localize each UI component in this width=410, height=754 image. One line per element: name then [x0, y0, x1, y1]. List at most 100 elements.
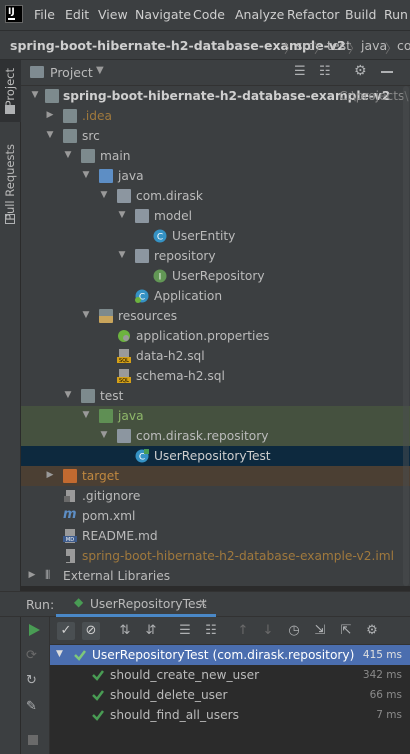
breadcrumb-separator: 〉: [314, 41, 327, 56]
run-panel-header: Run: ◆ UserRepositoryTest ×: [0, 591, 410, 617]
menu-code[interactable]: Code: [193, 7, 225, 22]
collapse-all-icon[interactable]: ☷: [319, 64, 331, 79]
menu-refactor[interactable]: Refactor: [287, 7, 339, 22]
test-result-time: 415 ms: [362, 649, 402, 661]
tree-node-label: .idea: [82, 109, 112, 123]
show-ignored-icon[interactable]: ⊘: [82, 622, 100, 640]
menu-view[interactable]: View: [98, 7, 128, 22]
test-results-tree: ▼ UserRepositoryTest (com.dirask.reposit…: [50, 645, 410, 754]
stop-icon[interactable]: [28, 735, 38, 745]
rerun-icon[interactable]: [27, 623, 41, 637]
tree-node-model[interactable]: ▼ model: [21, 206, 410, 226]
expand-all-icon[interactable]: ☰: [294, 64, 306, 79]
tree-node-com-dirask[interactable]: ▼ com.dirask: [21, 186, 410, 206]
wrench-icon[interactable]: ✎: [26, 699, 37, 714]
collapse-arrow-icon[interactable]: ▼: [117, 210, 127, 220]
tree-node-readme[interactable]: MD README.md: [21, 526, 410, 546]
tree-node-idea[interactable]: ▶ .idea: [21, 106, 410, 126]
test-result-row[interactable]: should_delete_user 66 ms: [50, 685, 410, 705]
show-passed-icon[interactable]: ✓: [57, 622, 75, 640]
tree-node-project-root[interactable]: ▼ spring-boot-hibernate-h2-database-exam…: [21, 86, 410, 106]
gear-icon[interactable]: ⚙: [363, 622, 381, 640]
hide-panel-icon[interactable]: [381, 71, 393, 73]
collapse-all-icon[interactable]: ☷: [202, 622, 220, 640]
svg-text:MD: MD: [66, 537, 74, 543]
expand-arrow-icon[interactable]: ▼: [63, 150, 73, 160]
tree-node-repository[interactable]: ▼ repository: [21, 246, 410, 266]
sort-by-duration-icon[interactable]: ⇵: [142, 622, 160, 640]
previous-failed-icon[interactable]: ↑: [234, 622, 252, 640]
breadcrumb-separator: 〉: [348, 41, 361, 56]
tree-node-label: application.properties: [136, 329, 270, 343]
expand-arrow-icon[interactable]: ▼: [81, 410, 91, 420]
collapse-arrow-icon[interactable]: ▶: [27, 570, 37, 580]
expand-arrow-icon[interactable]: ▼: [99, 190, 109, 200]
expand-arrow-icon[interactable]: ▼: [45, 130, 55, 140]
breadcrumb-package[interactable]: co: [397, 38, 410, 53]
gear-icon[interactable]: ⚙: [354, 63, 367, 79]
menu-run[interactable]: Run: [384, 7, 408, 22]
pull-request-icon: [5, 214, 15, 224]
test-result-row[interactable]: should_find_all_users 7 ms: [50, 705, 410, 725]
tree-node-target[interactable]: ▶ target: [21, 466, 410, 486]
next-failed-icon[interactable]: ↓: [259, 622, 277, 640]
menu-navigate[interactable]: Navigate: [135, 7, 191, 22]
sort-alphabetically-icon[interactable]: ⇅: [116, 622, 134, 640]
menu-build[interactable]: Build: [345, 7, 376, 22]
tree-node-pom-xml[interactable]: m pom.xml: [21, 506, 410, 526]
run-tab[interactable]: ◆ UserRepositoryTest ×: [56, 592, 216, 617]
run-tab-label: UserRepositoryTest: [90, 597, 207, 611]
tree-node-gitignore[interactable]: .gitignore: [21, 486, 410, 506]
tree-node-label: README.md: [82, 529, 158, 543]
tree-node-main[interactable]: ▼ main: [21, 146, 410, 166]
tree-scrollbar[interactable]: [403, 86, 409, 586]
expand-arrow-icon[interactable]: ▼: [117, 250, 127, 260]
project-view-title[interactable]: Project: [50, 65, 93, 80]
tree-node-resources[interactable]: ▼ resources: [21, 306, 410, 326]
tree-node-application-properties[interactable]: application.properties: [21, 326, 410, 346]
tree-node-src[interactable]: ▼ src: [21, 126, 410, 146]
test-result-label: should_create_new_user: [110, 668, 260, 682]
tree-node-test[interactable]: ▼ test: [21, 386, 410, 406]
test-history-icon[interactable]: ◷: [285, 622, 303, 640]
svg-text:C: C: [157, 233, 163, 243]
expand-all-icon[interactable]: ☰: [176, 622, 194, 640]
tree-node-java-main[interactable]: ▼ java: [21, 166, 410, 186]
tree-node-label: UserRepositoryTest: [154, 449, 271, 463]
expand-arrow-icon[interactable]: ▼: [30, 90, 40, 100]
menu-file[interactable]: File: [34, 7, 55, 22]
expand-arrow-icon[interactable]: ▼: [81, 310, 91, 320]
tree-node-external-libraries[interactable]: ▶ ⦀ External Libraries: [21, 566, 410, 586]
chevron-down-icon[interactable]: ▼: [96, 65, 104, 76]
test-result-row[interactable]: should_create_new_user 342 ms: [50, 665, 410, 685]
project-tool-tab[interactable]: Project: [0, 60, 21, 122]
toggle-auto-test-icon[interactable]: ↻: [26, 673, 37, 688]
tree-node-user-entity[interactable]: C UserEntity: [21, 226, 410, 246]
close-icon[interactable]: ×: [198, 596, 208, 610]
menu-edit[interactable]: Edit: [65, 7, 89, 22]
project-tab-label: Project: [3, 68, 17, 108]
expand-arrow-icon[interactable]: ▼: [63, 390, 73, 400]
tree-node-java-test[interactable]: ▼ java: [21, 406, 410, 426]
tree-node-schema-h2-sql[interactable]: SQL schema-h2.sql: [21, 366, 410, 386]
tree-node-application[interactable]: C Application: [21, 286, 410, 306]
tree-node-iml[interactable]: spring-boot-hibernate-h2-database-exampl…: [21, 546, 410, 566]
tree-node-user-repository[interactable]: I UserRepository: [21, 266, 410, 286]
test-result-label: should_find_all_users: [110, 708, 239, 722]
expand-arrow-icon[interactable]: ▼: [56, 649, 63, 659]
breadcrumb-java[interactable]: java: [361, 38, 387, 53]
test-result-row[interactable]: ▼ UserRepositoryTest (com.dirask.reposit…: [50, 645, 410, 665]
expand-arrow-icon[interactable]: ▼: [81, 170, 91, 180]
collapse-arrow-icon[interactable]: ▶: [45, 110, 55, 120]
menu-analyze[interactable]: Analyze: [235, 7, 284, 22]
expand-arrow-icon[interactable]: ▼: [99, 430, 109, 440]
pull-requests-tool-tab[interactable]: Pull Requests: [0, 140, 21, 240]
export-tests-icon[interactable]: ⇱: [337, 622, 355, 640]
collapse-arrow-icon[interactable]: ▶: [45, 470, 55, 480]
import-tests-icon[interactable]: ⇲: [311, 622, 329, 640]
tree-node-data-h2-sql[interactable]: SQL data-h2.sql: [21, 346, 410, 366]
breadcrumb-src[interactable]: src: [296, 38, 314, 53]
tree-node-user-repository-test[interactable]: C UserRepositoryTest: [21, 446, 410, 466]
rerun-failed-icon[interactable]: ⟳: [26, 648, 37, 663]
tree-node-com-dirask-repository[interactable]: ▼ com.dirask.repository: [21, 426, 410, 446]
